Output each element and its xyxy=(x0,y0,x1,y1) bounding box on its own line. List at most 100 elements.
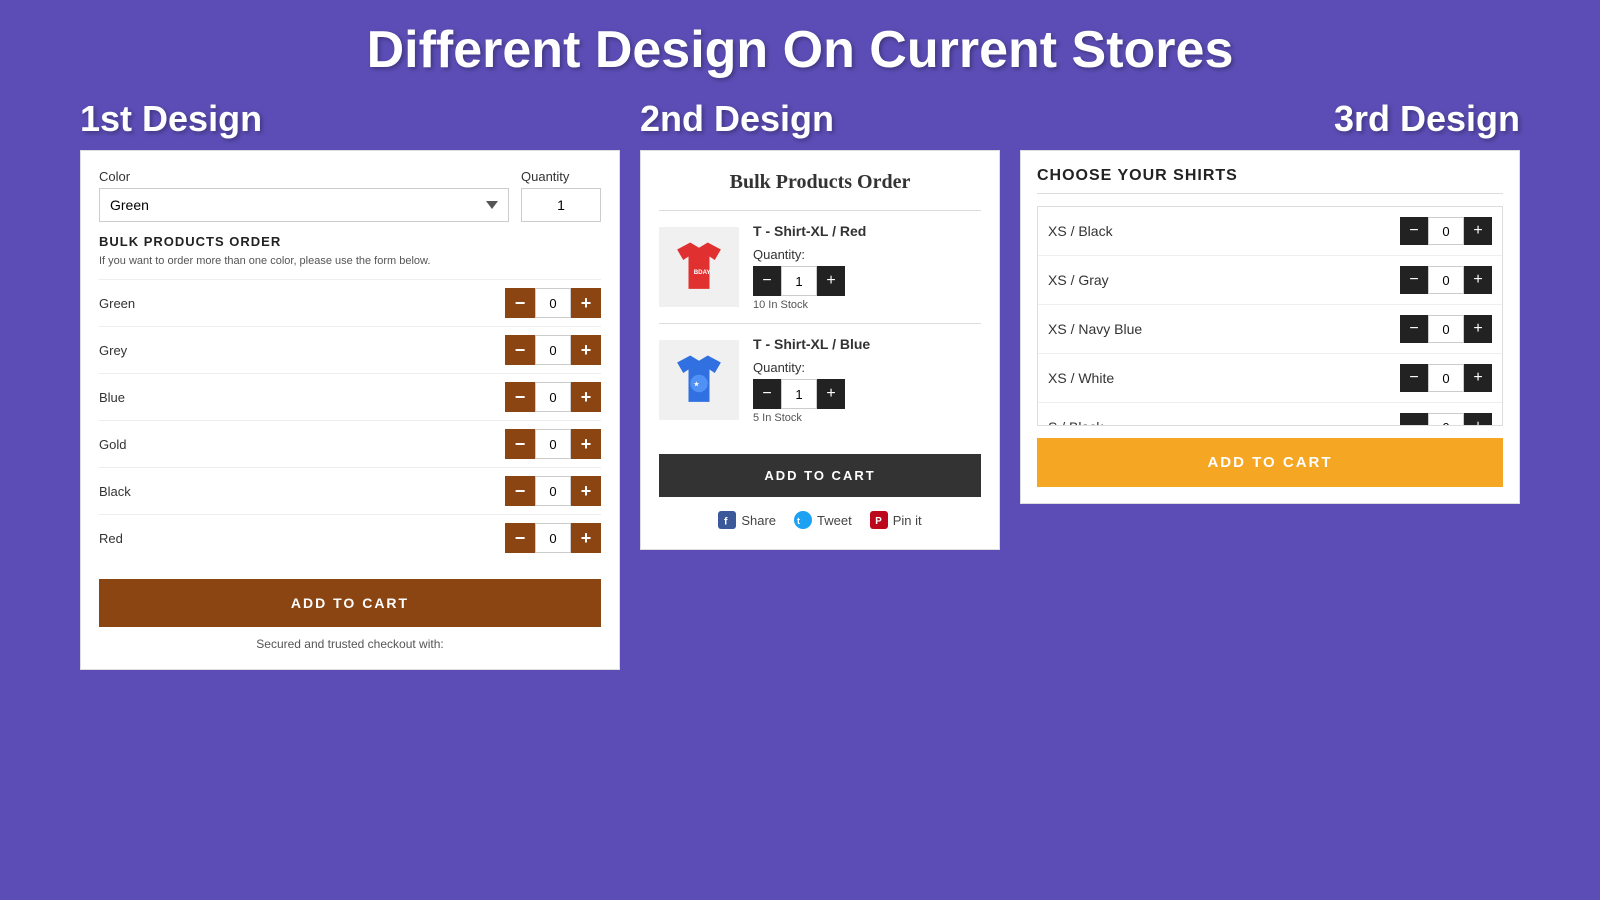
qty3-s-black[interactable] xyxy=(1428,413,1464,426)
share-pinterest[interactable]: P Pin it xyxy=(870,511,922,529)
qty-gold[interactable] xyxy=(535,429,571,459)
stepper-gold: − + xyxy=(505,429,601,459)
design3-column: 3rd Design CHOOSE YOUR SHIRTS XS / Black… xyxy=(1020,98,1520,504)
product-row-blue: ★ T - Shirt-XL / Blue Quantity: − + 5 In… xyxy=(659,323,981,436)
plus-btn-black[interactable]: + xyxy=(571,476,601,506)
design2-title: Bulk Products Order xyxy=(659,171,981,194)
d3-label-xs-black: XS / Black xyxy=(1048,223,1400,239)
minus-btn3-xs-navy[interactable]: − xyxy=(1400,315,1428,343)
svg-text:★: ★ xyxy=(693,381,700,388)
page-wrapper: Different Design On Current Stores 1st D… xyxy=(0,0,1600,900)
scrollable-list[interactable]: XS / Black − + XS / Gray − + xyxy=(1037,206,1503,426)
stepper-red: − + xyxy=(505,523,601,553)
plus-btn-red[interactable]: + xyxy=(571,523,601,553)
minus-btn3-xs-black[interactable]: − xyxy=(1400,217,1428,245)
stepper2-red: − + xyxy=(753,266,981,296)
quantity-input[interactable] xyxy=(521,188,601,222)
plus-btn3-xs-black[interactable]: + xyxy=(1464,217,1492,245)
qty3-xs-gray[interactable] xyxy=(1428,266,1464,294)
d3-row-xs-white: XS / White − + xyxy=(1038,354,1502,403)
minus-btn-gold[interactable]: − xyxy=(505,429,535,459)
bulk-row-gold: Gold − + xyxy=(99,420,601,467)
plus-btn-green[interactable]: + xyxy=(571,288,601,318)
stepper-green: − + xyxy=(505,288,601,318)
qty2-red[interactable] xyxy=(781,266,817,296)
product-img-red: BDAY xyxy=(659,227,739,307)
share-twitter[interactable]: t Tweet xyxy=(794,511,852,529)
stepper3-xs-gray: − + xyxy=(1400,266,1492,294)
product-info-blue: T - Shirt-XL / Blue Quantity: − + 5 In S… xyxy=(753,336,981,424)
share-facebook[interactable]: f Share xyxy=(718,511,776,529)
add-to-cart-btn-1[interactable]: ADD TO CART xyxy=(99,579,601,627)
minus-btn-grey[interactable]: − xyxy=(505,335,535,365)
minus-btn2-blue[interactable]: − xyxy=(753,379,781,409)
minus-btn-blue[interactable]: − xyxy=(505,382,535,412)
plus-btn2-blue[interactable]: + xyxy=(817,379,845,409)
minus-btn-black[interactable]: − xyxy=(505,476,535,506)
d3-label-s-black: S / Black xyxy=(1048,419,1400,426)
qty3-xs-black[interactable] xyxy=(1428,217,1464,245)
minus-btn3-xs-gray[interactable]: − xyxy=(1400,266,1428,294)
color-select[interactable]: Green Grey Blue Gold Black Red xyxy=(99,188,509,222)
stock-blue: 5 In Stock xyxy=(753,412,981,424)
qty3-xs-navy[interactable] xyxy=(1428,315,1464,343)
stepper3-xs-navy: − + xyxy=(1400,315,1492,343)
qty-green[interactable] xyxy=(535,288,571,318)
minus-btn2-red[interactable]: − xyxy=(753,266,781,296)
svg-text:t: t xyxy=(797,516,800,526)
qty-label-blue: Quantity: xyxy=(753,360,981,375)
plus-btn-gold[interactable]: + xyxy=(571,429,601,459)
plus-btn2-red[interactable]: + xyxy=(817,266,845,296)
bulk-row-label-grey: Grey xyxy=(99,343,505,358)
quantity-label: Quantity xyxy=(521,169,601,184)
share-label: Share xyxy=(741,513,776,528)
add-to-cart-btn-3[interactable]: ADD TO CART xyxy=(1037,438,1503,487)
design3-card: CHOOSE YOUR SHIRTS XS / Black − + XS / G… xyxy=(1020,150,1520,504)
stepper3-xs-black: − + xyxy=(1400,217,1492,245)
tweet-label: Tweet xyxy=(817,513,852,528)
d3-label-xs-gray: XS / Gray xyxy=(1048,272,1400,288)
stock-red: 10 In Stock xyxy=(753,299,981,311)
qty-blue[interactable] xyxy=(535,382,571,412)
bulk-row-label-red: Red xyxy=(99,531,505,546)
add-to-cart-btn-2[interactable]: ADD TO CART xyxy=(659,454,981,497)
stepper3-s-black: − + xyxy=(1400,413,1492,426)
stepper3-xs-white: − + xyxy=(1400,364,1492,392)
stepper2-blue: − + xyxy=(753,379,981,409)
social-row: f Share t Tweet P Pin it xyxy=(659,511,981,529)
plus-btn-blue[interactable]: + xyxy=(571,382,601,412)
minus-btn-green[interactable]: − xyxy=(505,288,535,318)
qty2-blue[interactable] xyxy=(781,379,817,409)
plus-btn3-xs-navy[interactable]: + xyxy=(1464,315,1492,343)
qty-label-red: Quantity: xyxy=(753,247,981,262)
pinit-label: Pin it xyxy=(893,513,922,528)
qty-black[interactable] xyxy=(535,476,571,506)
design2-column: 2nd Design Bulk Products Order BDAY T - … xyxy=(640,98,1000,550)
product-name-blue: T - Shirt-XL / Blue xyxy=(753,336,981,352)
minus-btn-red[interactable]: − xyxy=(505,523,535,553)
bulk-row-label-blue: Blue xyxy=(99,390,505,405)
minus-btn3-xs-white[interactable]: − xyxy=(1400,364,1428,392)
bulk-row-label-green: Green xyxy=(99,296,505,311)
d3-label-xs-white: XS / White xyxy=(1048,370,1400,386)
minus-btn3-s-black[interactable]: − xyxy=(1400,413,1428,426)
bulk-title: BULK PRODUCTS ORDER xyxy=(99,234,601,249)
plus-btn3-xs-white[interactable]: + xyxy=(1464,364,1492,392)
bulk-row-black: Black − + xyxy=(99,467,601,514)
plus-btn3-s-black[interactable]: + xyxy=(1464,413,1492,426)
stepper-grey: − + xyxy=(505,335,601,365)
design1-column: 1st Design Color Green Grey Blue Gold Bl… xyxy=(80,98,620,670)
design1-card: Color Green Grey Blue Gold Black Red Qua… xyxy=(80,150,620,670)
stepper-black: − + xyxy=(505,476,601,506)
qty-red[interactable] xyxy=(535,523,571,553)
bulk-row-red: Red − + xyxy=(99,514,601,561)
svg-text:P: P xyxy=(875,516,882,527)
bulk-row-label-gold: Gold xyxy=(99,437,505,452)
product-name-red: T - Shirt-XL / Red xyxy=(753,223,981,239)
svg-text:f: f xyxy=(724,516,728,528)
qty-grey[interactable] xyxy=(535,335,571,365)
plus-btn-grey[interactable]: + xyxy=(571,335,601,365)
qty3-xs-white[interactable] xyxy=(1428,364,1464,392)
bulk-row-green: Green − + xyxy=(99,279,601,326)
plus-btn3-xs-gray[interactable]: + xyxy=(1464,266,1492,294)
